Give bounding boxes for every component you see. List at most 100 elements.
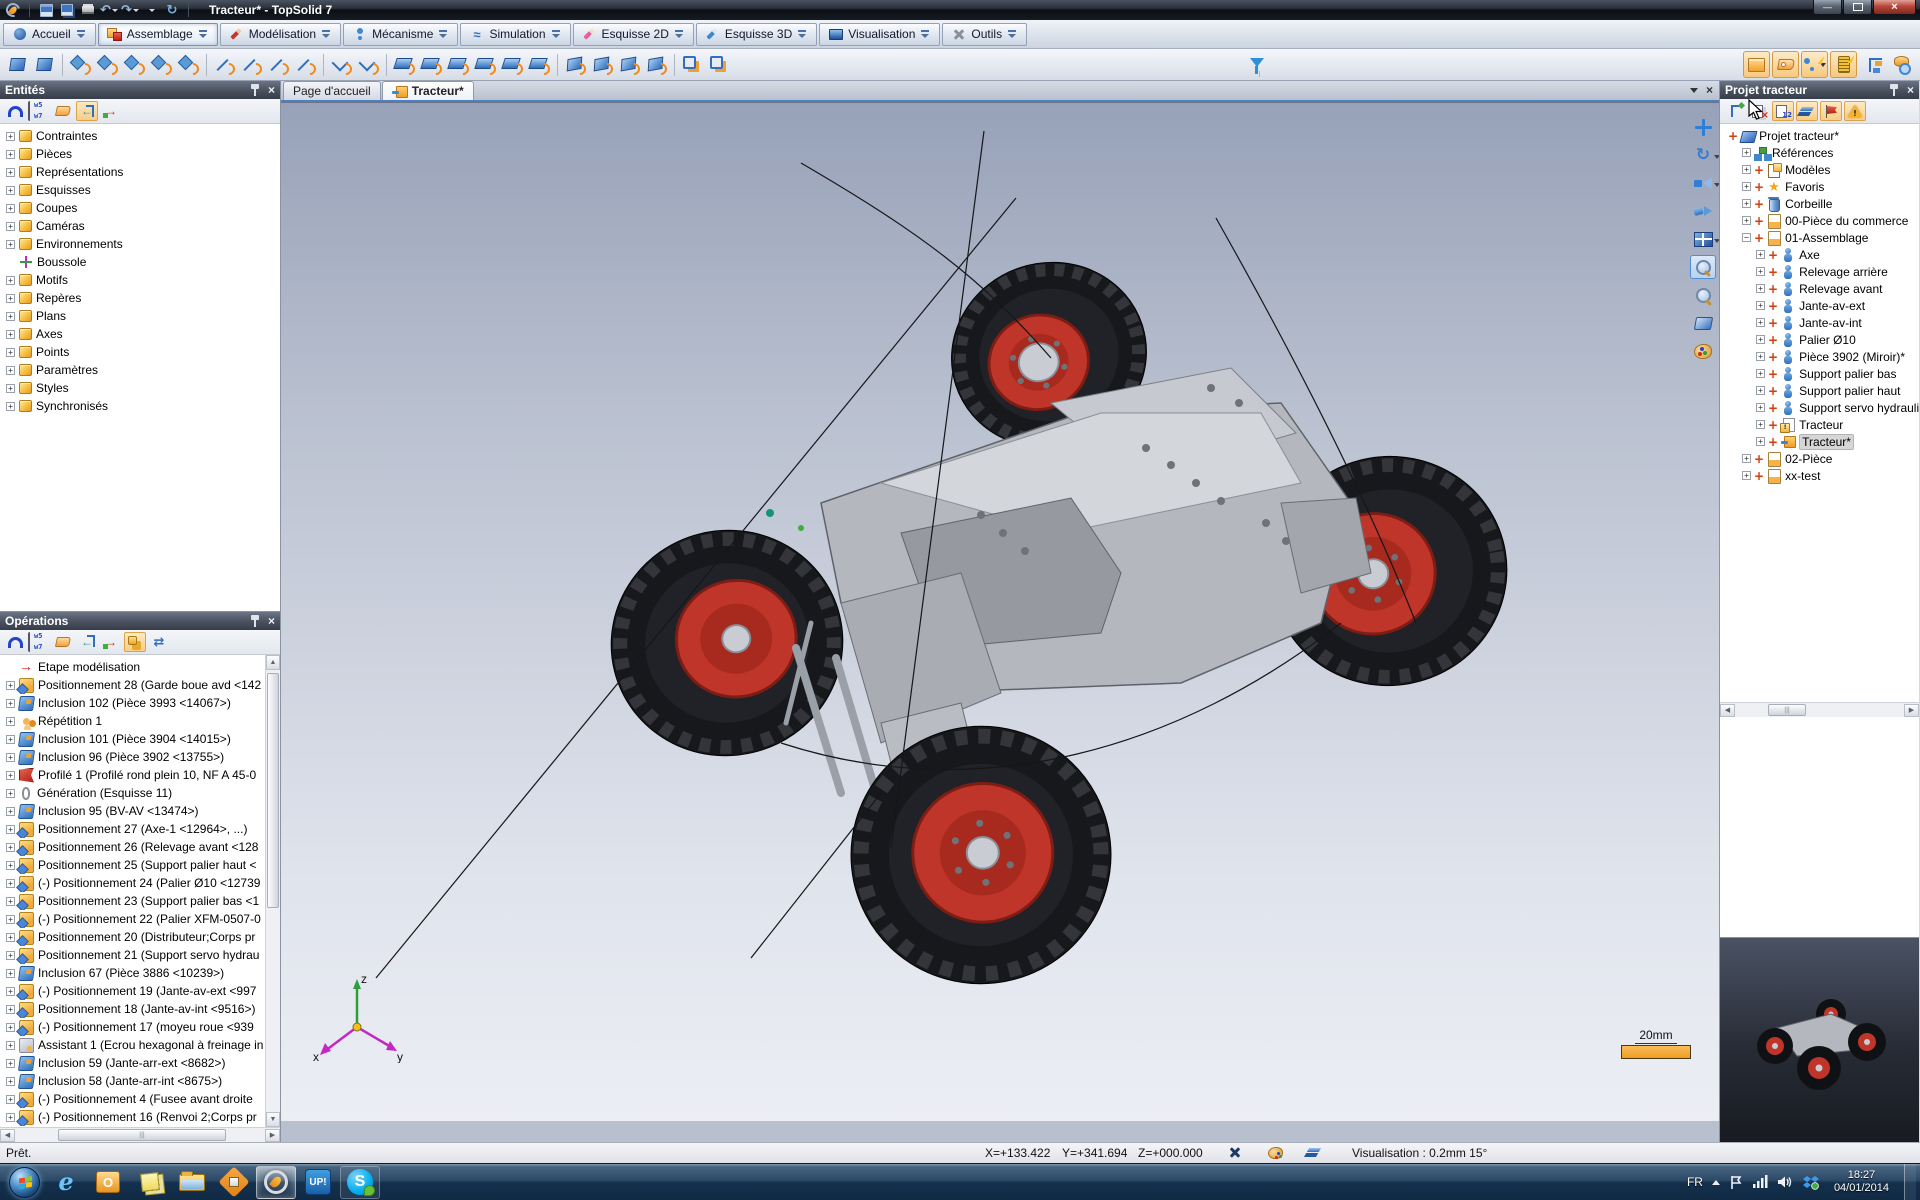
tractor-3d-model[interactable] — [281, 103, 1719, 1121]
close-button[interactable]: × — [1873, 0, 1916, 15]
close-icon[interactable]: × — [268, 615, 275, 627]
expander-icon[interactable]: + — [6, 717, 15, 726]
scroll-left-icon[interactable]: ◀ — [0, 1129, 15, 1142]
expander-icon[interactable]: + — [1756, 369, 1765, 378]
ribbon-tab-visualisation[interactable]: Visualisation — [819, 23, 940, 46]
action-center-flag-icon[interactable] — [1729, 1175, 1743, 1190]
mechanism-icon[interactable] — [1888, 51, 1915, 78]
viewport-3d[interactable]: x y z 20mm — [281, 102, 1719, 1121]
expander-icon[interactable]: + — [6, 699, 15, 708]
expander-icon[interactable]: + — [1756, 267, 1765, 276]
line-constraint-3-icon[interactable] — [266, 52, 291, 78]
taskbar-topsolid-button[interactable] — [256, 1166, 296, 1199]
plane-constraint-3-icon[interactable] — [446, 52, 471, 78]
expander-icon[interactable]: + — [6, 969, 15, 978]
operations-list-item[interactable]: +Inclusion 101 (Pièce 3904 <14015>) — [6, 730, 265, 748]
scroll-right-icon[interactable]: ▶ — [265, 1129, 280, 1142]
entities-tree-item[interactable]: +Contraintes — [6, 127, 280, 145]
expander-icon[interactable]: + — [1756, 301, 1765, 310]
operations-list-item[interactable]: +(-) Positionnement 17 (moyeu roue <939 — [6, 1018, 265, 1036]
expander-icon[interactable]: + — [6, 807, 15, 816]
operations-export-icon[interactable] — [100, 632, 122, 652]
entities-tree-item[interactable]: +Pièces — [6, 145, 280, 163]
expander-icon[interactable]: + — [6, 843, 15, 852]
save-all-icon[interactable] — [57, 2, 77, 19]
project-tree-item[interactable]: ++Tracteur* — [1726, 433, 1919, 450]
document-tab-page-d-accueil[interactable]: Page d'accueil — [283, 81, 381, 100]
expander-icon[interactable]: + — [1756, 403, 1765, 412]
expander-icon[interactable]: + — [6, 771, 15, 780]
layers-icon[interactable] — [1306, 1147, 1322, 1159]
expander-icon[interactable]: + — [6, 789, 15, 798]
operations-list-item[interactable]: +Profilé 1 (Profilé rond plein 10, NF A … — [6, 766, 265, 784]
dropdown-arrow-icon[interactable] — [133, 9, 139, 12]
ribbon-tab-accueil[interactable]: Accueil — [3, 23, 96, 46]
operations-list-item[interactable]: +(-) Positionnement 4 (Fusee avant droit… — [6, 1090, 265, 1108]
zoom-window-icon[interactable] — [1690, 255, 1716, 279]
chain-constraint-1-icon[interactable] — [680, 52, 705, 78]
select-reference-icon[interactable] — [1743, 51, 1770, 78]
expander-icon[interactable]: + — [6, 753, 15, 762]
tree-structure-icon[interactable] — [1859, 51, 1886, 78]
plane-constraint-6-icon[interactable] — [527, 52, 552, 78]
project-layers-icon[interactable] — [1796, 101, 1818, 121]
expander-icon[interactable]: + — [6, 312, 15, 321]
taskbar-edrawings-button[interactable] — [214, 1166, 254, 1199]
project-tree-item[interactable]: ++Tracteur — [1726, 416, 1919, 433]
entities-tree-item[interactable]: +Styles — [6, 379, 280, 397]
expander-icon[interactable]: + — [1756, 420, 1765, 429]
operations-list-item[interactable]: +Positionnement 18 (Jante-av-int <9516>) — [6, 1000, 265, 1018]
insert-component-icon[interactable] — [5, 52, 30, 78]
chevron-down-icon[interactable] — [551, 29, 562, 39]
scrollbar-thumb[interactable] — [1768, 704, 1806, 716]
project-tree-item[interactable]: ++02-Pièce — [1726, 450, 1919, 467]
operations-dims-icon[interactable] — [28, 632, 50, 652]
expander-icon[interactable]: + — [6, 825, 15, 834]
project-tree-item[interactable]: +Projet tracteur* — [1726, 127, 1919, 144]
expander-icon[interactable]: + — [6, 402, 15, 411]
save-icon[interactable] — [36, 2, 56, 19]
ribbon-tab-simulation[interactable]: Simulation — [460, 23, 570, 46]
compass-snap-icon[interactable] — [1228, 1146, 1242, 1160]
entities-tree-item[interactable]: +Points — [6, 343, 280, 361]
ribbon-tab-assemblage[interactable]: Assemblage — [98, 23, 218, 46]
entities-import-icon[interactable] — [76, 101, 98, 121]
project-tree-item[interactable]: ++00-Pièce du commerce — [1726, 212, 1919, 229]
expander-icon[interactable]: + — [6, 240, 15, 249]
plane-constraint-5-icon[interactable] — [500, 52, 525, 78]
palette-icon[interactable] — [1268, 1147, 1283, 1159]
taskbar-internet-explorer-button[interactable]: e — [46, 1166, 86, 1199]
volume-icon[interactable] — [1777, 1175, 1794, 1189]
project-tree-item[interactable]: +Références — [1726, 144, 1919, 161]
ribbon-tab-m-canisme[interactable]: Mécanisme — [343, 23, 458, 46]
constraint-axis-2-icon[interactable] — [95, 52, 120, 78]
operations-list-item[interactable]: +(-) Positionnement 19 (Jante-av-ext <99… — [6, 982, 265, 1000]
project-tree-item[interactable]: ++Relevage avant — [1726, 280, 1919, 297]
minimize-button[interactable]: — — [1813, 0, 1842, 15]
expander-icon[interactable]: + — [6, 951, 15, 960]
dropdown-arrow-icon[interactable] — [1820, 63, 1826, 67]
chevron-down-icon[interactable] — [920, 29, 931, 39]
window-list-dropdown-icon[interactable] — [1690, 88, 1698, 93]
show-desktop-button[interactable] — [1904, 1164, 1916, 1200]
maximize-button[interactable] — [1843, 0, 1872, 15]
expander-icon[interactable]: + — [6, 132, 15, 141]
plane-constraint-2-icon[interactable] — [419, 52, 444, 78]
entities-tree-item[interactable]: +Coupes — [6, 199, 280, 217]
operations-list-item[interactable]: +Positionnement 26 (Relevage avant <128 — [6, 838, 265, 856]
operations-horizontal-scrollbar[interactable]: ◀ ▶ — [0, 1127, 280, 1142]
projector-icon[interactable] — [1690, 171, 1716, 195]
entities-tree-item[interactable]: +Plans — [6, 307, 280, 325]
orient-constraint-4-icon[interactable] — [644, 52, 669, 78]
taskbar-outlook-button[interactable]: O — [88, 1166, 128, 1199]
ribbon-tab-esquisse-2d[interactable]: Esquisse 2D — [573, 23, 694, 46]
scroll-down-icon[interactable]: ▼ — [266, 1112, 280, 1127]
expander-icon[interactable]: + — [1756, 284, 1765, 293]
project-tree-item[interactable]: ++Modèles — [1726, 161, 1919, 178]
project-tree-item[interactable]: ++Jante-av-int — [1726, 314, 1919, 331]
expander-icon[interactable]: + — [1742, 216, 1751, 225]
expander-icon[interactable]: + — [6, 897, 15, 906]
entities-tree-item[interactable]: +Repères — [6, 289, 280, 307]
orient-constraint-3-icon[interactable] — [617, 52, 642, 78]
expander-icon[interactable]: + — [6, 1095, 15, 1104]
